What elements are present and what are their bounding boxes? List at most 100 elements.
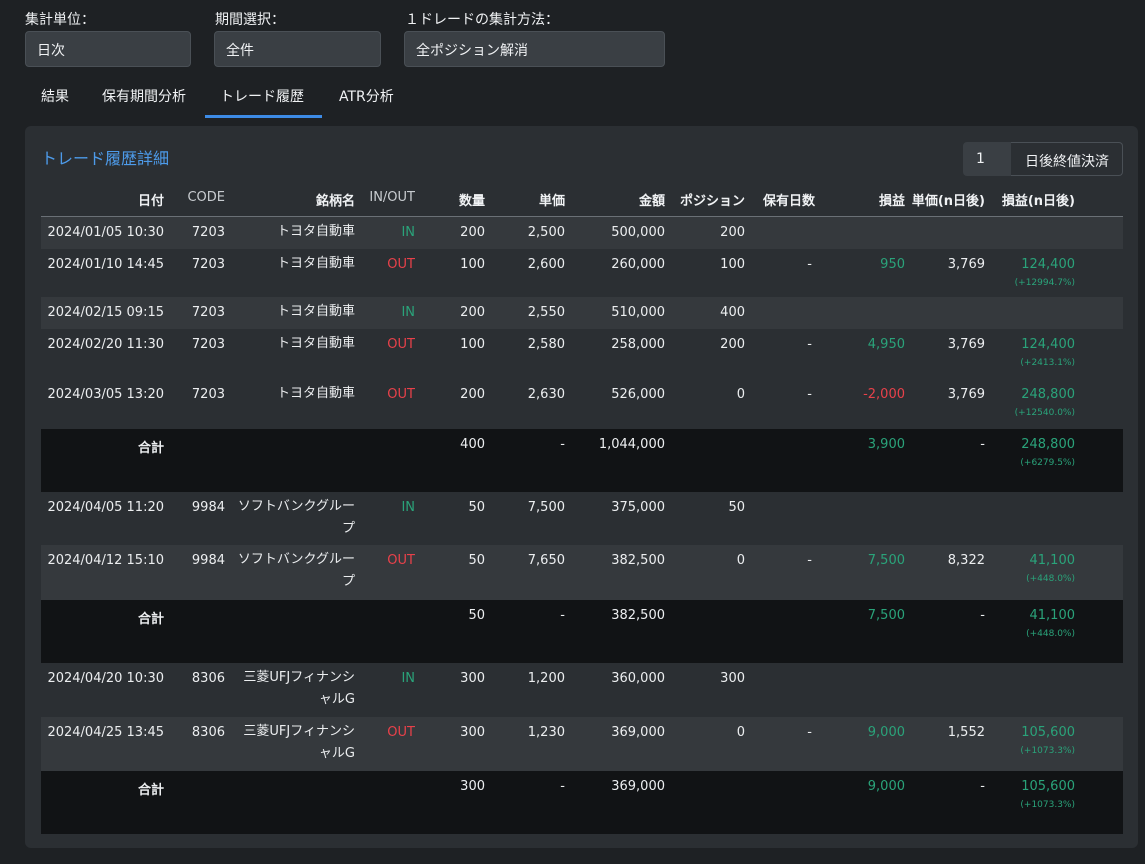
cell-pnl: 7,500 — [867, 608, 905, 623]
cell-code: 7203 — [191, 387, 225, 402]
cell-qty: 400 — [460, 437, 485, 452]
cell-date: 2024/02/15 09:15 — [47, 305, 164, 320]
total-label: 合計 — [137, 441, 164, 456]
cell-pnl: -2,000 — [863, 387, 905, 402]
days-after-input[interactable]: 1 — [963, 142, 1011, 176]
col-inout[interactable]: IN/OUT — [369, 190, 415, 205]
cell-inout: OUT — [387, 257, 415, 272]
cell-amount: 382,500 — [611, 608, 665, 623]
cell-qty: 300 — [460, 671, 485, 686]
col-holding-days[interactable]: 保有日数 — [763, 190, 815, 209]
cell-pnl: 9,000 — [867, 779, 905, 794]
cell-price: 2,600 — [527, 257, 565, 272]
cell-position: 400 — [720, 305, 745, 320]
cell-holding-days: - — [807, 337, 812, 352]
cell-price: 7,500 — [527, 500, 565, 515]
col-amount[interactable]: 金額 — [639, 190, 665, 209]
cell-inout: IN — [401, 225, 415, 240]
tab-results[interactable]: 結果 — [41, 86, 69, 106]
aggregation-method-select[interactable]: 全ポジション解消 — [404, 31, 665, 67]
cell-name-line1: ソフトバンクグルー — [237, 499, 355, 514]
cell-price: 2,630 — [527, 387, 565, 402]
cell-price-n-days: - — [980, 437, 985, 452]
cell-name-line2: ャルG — [318, 746, 355, 761]
cell-price: 2,550 — [527, 305, 565, 320]
period-label: 期間選択： — [215, 12, 285, 28]
cell-price: 7,650 — [527, 553, 565, 568]
cell-date: 2024/04/25 13:45 — [47, 725, 164, 740]
cell-date: 2024/02/20 11:30 — [47, 337, 164, 352]
cell-inout: OUT — [387, 725, 415, 740]
cell-name: トヨタ自動車 — [276, 386, 355, 401]
col-name[interactable]: 銘柄名 — [316, 190, 355, 209]
cell-position: 50 — [728, 500, 745, 515]
period-select[interactable]: 全件 — [214, 31, 381, 67]
col-price[interactable]: 単価 — [539, 190, 565, 209]
cell-inout: OUT — [387, 337, 415, 352]
cell-price: 1,200 — [527, 671, 565, 686]
cell-pnl-n-days: 248,800 — [1021, 387, 1075, 402]
col-pnl-n-days[interactable]: 損益(n日後) — [1002, 190, 1075, 209]
cell-qty: 50 — [468, 608, 485, 623]
cell-pnl: 9,000 — [867, 725, 905, 740]
cell-code: 9984 — [191, 500, 225, 515]
cell-date: 2024/03/05 13:20 — [47, 387, 164, 402]
cell-holding-days: - — [807, 387, 812, 402]
cell-qty: 200 — [460, 305, 485, 320]
cell-pnl-n-days: 41,100 — [1029, 608, 1076, 623]
cell-name: トヨタ自動車 — [276, 304, 355, 319]
cell-pnl: 7,500 — [867, 553, 905, 568]
cell-amount: 369,000 — [611, 725, 665, 740]
cell-code: 7203 — [191, 257, 225, 272]
table-total-row[interactable] — [41, 600, 1123, 663]
cell-code: 7203 — [191, 225, 225, 240]
cell-pnl-n-days: 248,800 — [1021, 437, 1075, 452]
cell-code: 8306 — [191, 725, 225, 740]
col-position[interactable]: ポジション — [680, 190, 745, 209]
cell-qty: 50 — [468, 500, 485, 515]
cell-price: 1,230 — [527, 725, 565, 740]
col-qty[interactable]: 数量 — [459, 190, 485, 209]
cell-qty: 300 — [460, 725, 485, 740]
cell-amount: 260,000 — [611, 257, 665, 272]
cell-position: 100 — [720, 257, 745, 272]
cell-qty: 300 — [460, 779, 485, 794]
cell-price-n-days: 3,769 — [947, 257, 985, 272]
cell-holding-days: - — [807, 553, 812, 568]
cell-pnl-n-days: 124,400 — [1021, 257, 1075, 272]
table-total-row[interactable] — [41, 771, 1123, 834]
cell-amount: 500,000 — [611, 225, 665, 240]
cell-name: トヨタ自動車 — [276, 256, 355, 271]
cell-qty: 50 — [468, 553, 485, 568]
cell-inout: IN — [401, 500, 415, 515]
cell-position: 0 — [736, 387, 745, 402]
cell-code: 8306 — [191, 671, 225, 686]
tab-atr-analysis[interactable]: ATR分析 — [339, 86, 394, 106]
active-tab-indicator — [205, 115, 322, 118]
tab-holding-period-analysis[interactable]: 保有期間分析 — [102, 86, 186, 106]
cell-price-n-days: - — [980, 608, 985, 623]
table-total-row[interactable] — [41, 429, 1123, 492]
col-date[interactable]: 日付 — [138, 190, 164, 209]
tab-trade-history[interactable]: トレード履歴 — [220, 86, 304, 106]
cell-position: 0 — [736, 725, 745, 740]
cell-name: トヨタ自動車 — [276, 336, 355, 351]
cell-pnl-pct: (+12994.7%) — [1014, 278, 1075, 288]
cell-date: 2024/04/05 11:20 — [47, 500, 164, 515]
cell-name-line2: プ — [341, 521, 355, 536]
col-pnl[interactable]: 損益 — [879, 190, 905, 209]
cell-position: 0 — [736, 553, 745, 568]
cell-pnl-pct: (+1073.3%) — [1020, 746, 1075, 756]
cell-name-line2: プ — [341, 574, 355, 589]
cell-date: 2024/01/05 10:30 — [47, 225, 164, 240]
cell-amount: 1,044,000 — [598, 437, 665, 452]
cell-date: 2024/04/12 15:10 — [47, 553, 164, 568]
cell-position: 200 — [720, 337, 745, 352]
cell-name-line2: ャルG — [318, 692, 355, 707]
col-code[interactable]: CODE — [187, 190, 225, 205]
aggregation-unit-select[interactable]: 日次 — [25, 31, 191, 67]
cell-amount: 526,000 — [611, 387, 665, 402]
col-price-n-days[interactable]: 単価(n日後) — [912, 190, 985, 209]
cell-price: - — [560, 608, 565, 623]
cell-holding-days: - — [807, 725, 812, 740]
